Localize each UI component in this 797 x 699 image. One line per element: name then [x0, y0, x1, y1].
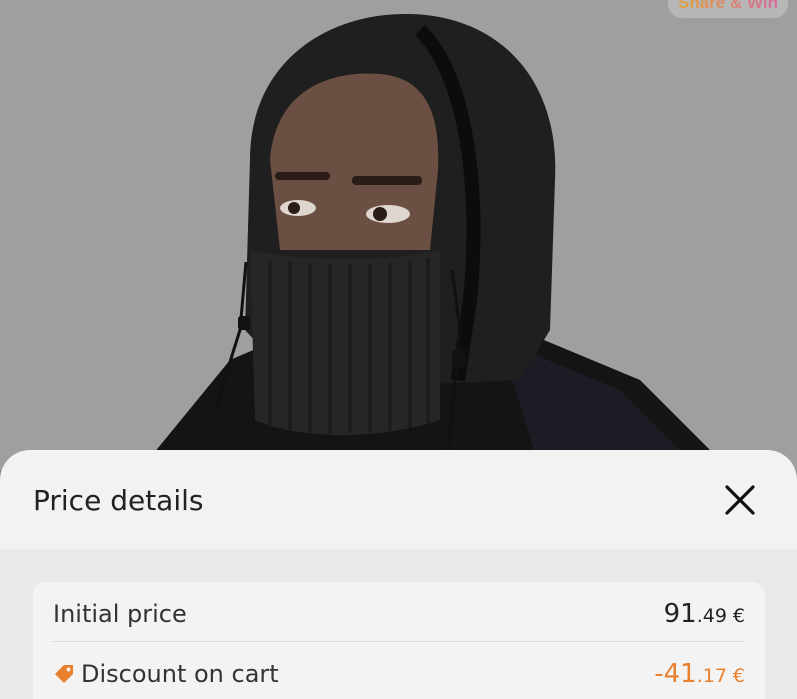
initial-price-int: 91: [663, 598, 697, 629]
discount-int: -41: [654, 659, 697, 689]
discount-currency: €: [732, 665, 745, 687]
initial-price-label: Initial price: [53, 599, 187, 628]
sheet-title: Price details: [33, 484, 204, 517]
dim-overlay: [0, 0, 797, 470]
share-and-win-badge[interactable]: Share & Win: [668, 0, 788, 18]
discount-label-wrap: Discount on cart: [53, 660, 279, 688]
initial-price-value: 91.49 €: [664, 599, 745, 629]
discount-dec: .17: [696, 665, 727, 687]
share-and-win-label: Share & Win: [678, 0, 778, 12]
sheet-header: Price details: [0, 450, 797, 549]
product-photo: [0, 0, 797, 470]
price-row-discount: Discount on cart -41.17 €: [53, 646, 745, 699]
price-card: Initial price 91.49 € Discount on cart -4…: [33, 582, 765, 699]
close-icon: [725, 485, 755, 515]
initial-price-currency: €: [732, 604, 745, 627]
discount-value: -41.17 €: [654, 659, 745, 689]
initial-price-dec: .49: [696, 604, 727, 627]
close-button[interactable]: [718, 478, 762, 522]
tag-icon: [55, 665, 73, 683]
sheet-body: Initial price 91.49 € Discount on cart -4…: [0, 549, 797, 699]
discount-label: Discount on cart: [81, 660, 279, 688]
price-details-sheet: Price details Initial price 91.49 € Disc…: [0, 450, 797, 699]
price-row-initial: Initial price 91.49 €: [53, 586, 745, 642]
